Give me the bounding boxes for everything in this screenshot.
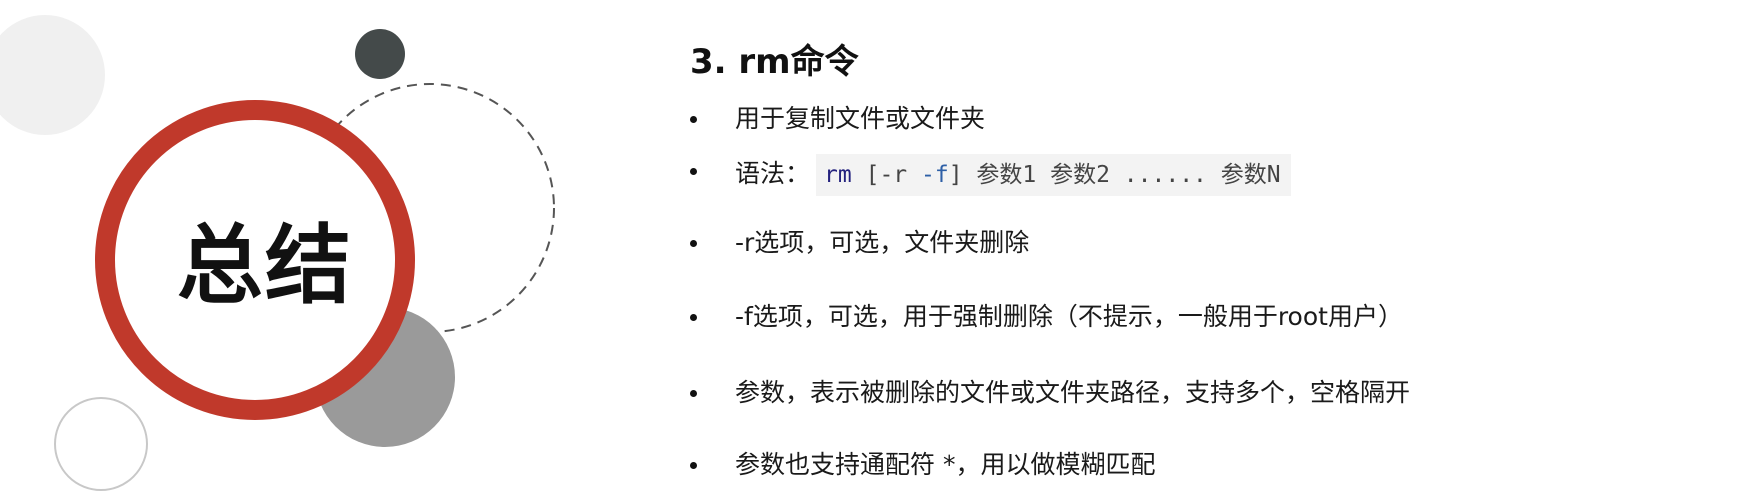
light-gray-circle <box>0 15 105 135</box>
list-item-text: -r选项，可选，文件夹删除 <box>735 228 1030 257</box>
section-heading: 3. rm命令 <box>690 42 859 82</box>
dark-small-circle <box>355 29 405 79</box>
list-item-text: 参数，表示被删除的文件或文件夹路径，支持多个，空格隔开 <box>735 378 1411 407</box>
code-args: 参数1 参数2 ...... 参数N <box>976 162 1281 188</box>
bullet-dot-icon <box>690 390 697 397</box>
bullet-dot-icon <box>690 314 697 321</box>
syntax-label: 语法： <box>735 159 811 188</box>
content-panel: 3. rm命令 用于复制文件或文件夹 语法： rm [-r -f] 参数1 参数2… <box>690 40 1740 479</box>
bullet-dot-icon <box>690 462 697 469</box>
bullet-dot-icon <box>690 116 697 123</box>
code-bracket-open: [ <box>865 162 880 188</box>
code-option-r: -r <box>879 162 908 188</box>
code-command: rm <box>824 162 852 188</box>
list-item-text: 用于复制文件或文件夹 <box>735 104 986 133</box>
list-item-text: -f选项，可选，用于强制删除（不提示，一般用于root用户） <box>735 302 1403 331</box>
code-bracket-close: ] <box>948 162 963 188</box>
list-item-text: 参数也支持通配符 *，用以做模糊匹配 <box>735 450 1156 479</box>
bullet-dot-icon <box>690 240 697 247</box>
syntax-line: 语法： rm [-r -f] 参数1 参数2 ...... 参数N <box>735 154 1291 196</box>
syntax-code-block: rm [-r -f] 参数1 参数2 ...... 参数N <box>816 154 1291 196</box>
summary-title: 总结 <box>177 216 353 316</box>
outline-small-circle <box>54 397 148 491</box>
code-option-f: -f <box>921 162 949 188</box>
bullet-dot-icon <box>690 168 697 175</box>
